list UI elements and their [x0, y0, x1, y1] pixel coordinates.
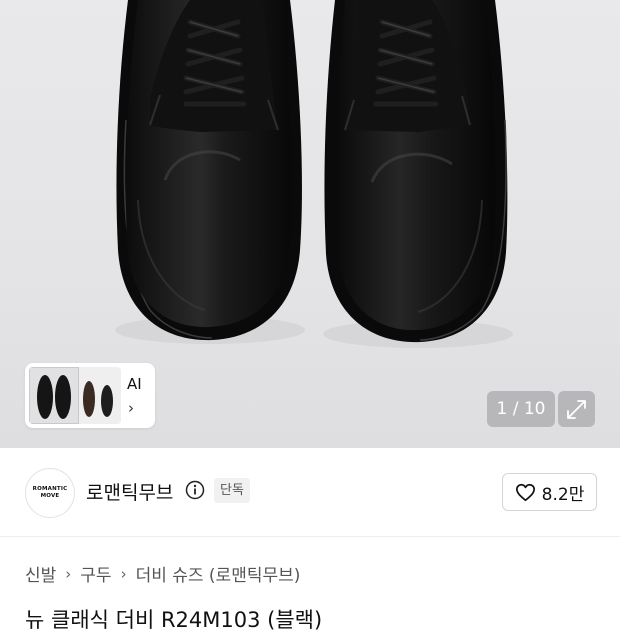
like-button[interactable]: 8.2만	[502, 473, 597, 511]
brand-row: ROMANTIC MOVE 로맨틱무브 단독 8.2만	[0, 448, 620, 536]
product-image-gallery[interactable]: AI › 1 / 10	[0, 0, 620, 448]
ai-label: AI	[127, 375, 142, 393]
thumbnail-image	[29, 367, 121, 424]
section-divider	[0, 536, 620, 537]
expand-icon	[567, 400, 586, 419]
exclusive-badge: 단독	[214, 478, 250, 503]
ai-thumbnail-card[interactable]: AI ›	[25, 363, 155, 428]
breadcrumb-item-dress-shoes[interactable]: 구두	[80, 561, 111, 586]
expand-button[interactable]	[558, 391, 595, 427]
image-counter: 1 / 10	[487, 391, 555, 427]
chevron-right-icon: ›	[120, 564, 127, 583]
brand-name[interactable]: 로맨틱무브	[86, 478, 173, 505]
info-icon[interactable]	[185, 480, 205, 500]
right-shoe	[324, 0, 508, 343]
chevron-right-icon: ›	[128, 399, 134, 417]
brand-logo-text-2: MOVE	[40, 493, 60, 499]
heart-icon	[515, 483, 535, 501]
like-count: 8.2만	[541, 484, 585, 505]
breadcrumb: 신발 › 구두 › 더비 슈즈 (로맨틱무브)	[25, 561, 301, 587]
brand-logo-text-1: ROMANTIC	[32, 486, 68, 492]
left-shoe	[116, 0, 302, 341]
brand-logo[interactable]: ROMANTIC MOVE	[25, 468, 75, 518]
chevron-right-icon: ›	[65, 564, 72, 583]
product-title: 뉴 클래식 더비 R24M103 (블랙)	[25, 608, 323, 632]
breadcrumb-item-derby-shoes[interactable]: 더비 슈즈 (로맨틱무브)	[136, 561, 301, 586]
breadcrumb-item-shoes[interactable]: 신발	[25, 561, 56, 586]
